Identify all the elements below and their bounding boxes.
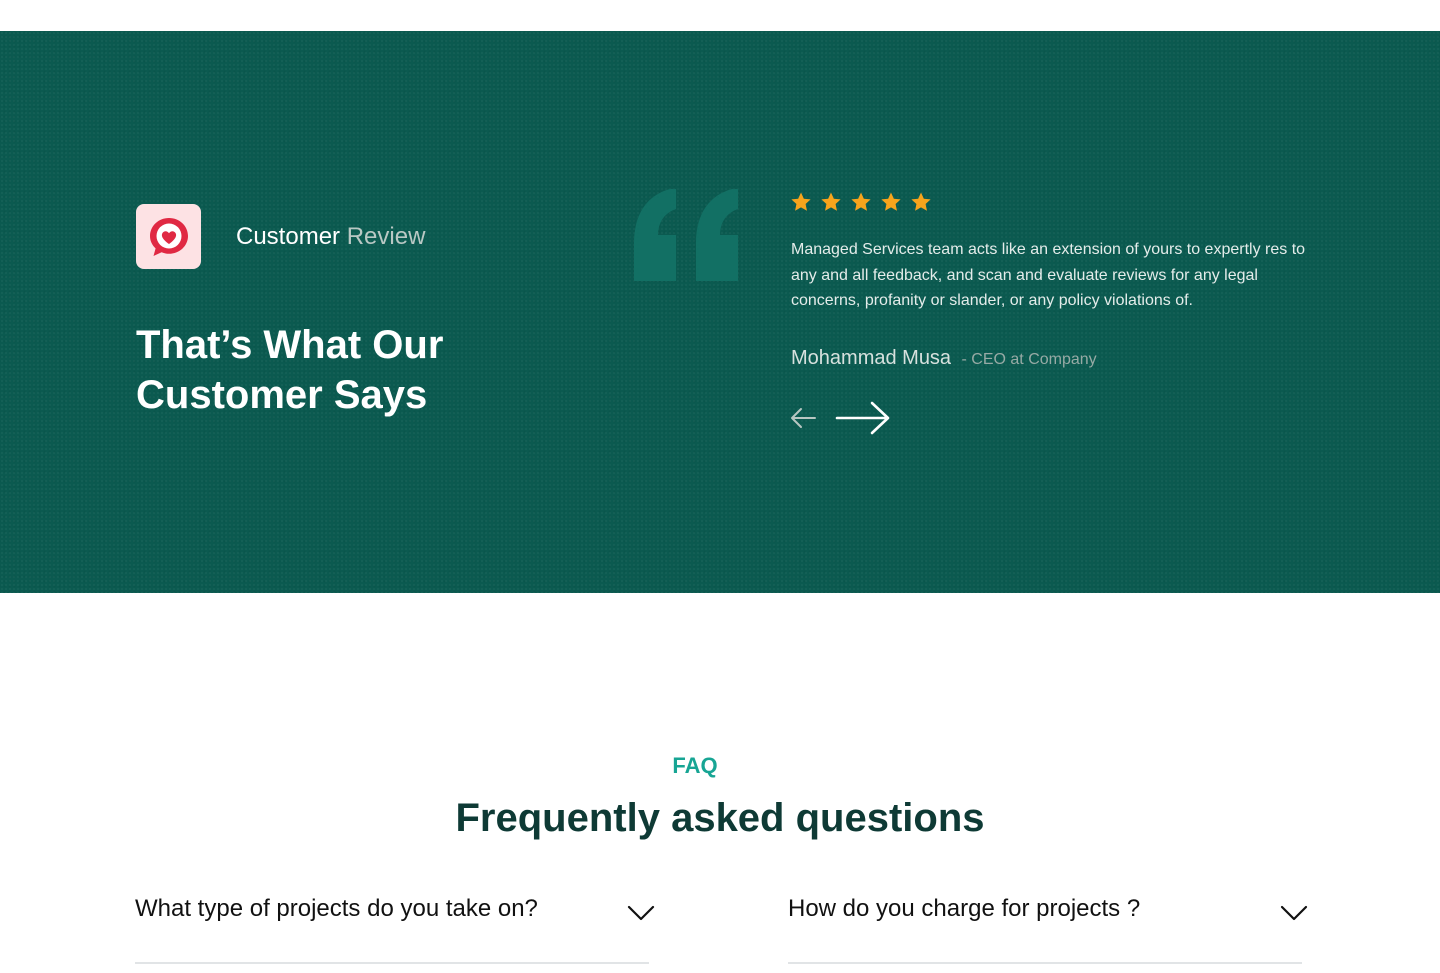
next-review-button[interactable] [834, 399, 892, 437]
review-text: Managed Services team acts like an exten… [791, 241, 1306, 309]
reviewer-name: Mohammad Musa [791, 347, 952, 369]
arrow-right-icon [835, 401, 890, 435]
customer-review-section: Customer Review That’s What Our Customer… [0, 31, 1440, 593]
quote-mark-icon [634, 189, 738, 281]
faq-title: Frequently asked questions [455, 796, 985, 840]
faq-item[interactable]: What type of projects do you take on? [135, 888, 655, 964]
review-badge [136, 204, 201, 269]
reviewer-role: - CEO at Company [961, 351, 1097, 368]
faq-question: What type of projects do you take on? [135, 895, 538, 922]
section-eyebrow: Customer Review [236, 223, 425, 251]
star-icon [881, 192, 901, 211]
faq-eyebrow: FAQ [672, 753, 718, 778]
faq-question: How do you charge for projects ? [788, 895, 1141, 922]
rating-stars [790, 191, 932, 213]
chevron-down-icon [1280, 905, 1308, 921]
section-title: That’s What Our Customer Says [136, 323, 444, 417]
eyebrow-primary: Customer [236, 223, 341, 250]
star-icon [821, 192, 841, 211]
star-icon [911, 192, 931, 211]
faq-item[interactable]: How do you charge for projects ? [788, 888, 1308, 964]
previous-review-button[interactable] [788, 405, 818, 431]
reviewer: Mohammad Musa - CEO at Company [791, 347, 1097, 370]
arrow-left-icon [791, 408, 816, 428]
star-icon [791, 192, 811, 211]
heart-chat-icon [149, 217, 188, 256]
eyebrow-secondary: Review [346, 223, 426, 250]
star-icon [851, 192, 871, 211]
chevron-down-icon [627, 905, 655, 921]
